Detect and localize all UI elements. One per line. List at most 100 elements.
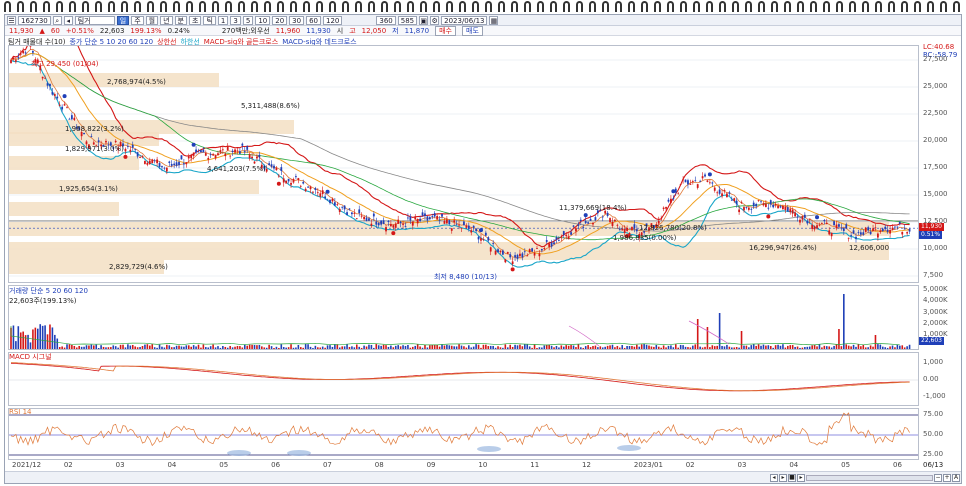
period-week-button[interactable]: 주 bbox=[131, 15, 144, 25]
candle-body bbox=[694, 180, 697, 182]
candle-body bbox=[180, 155, 183, 160]
rsi-panel[interactable] bbox=[8, 408, 919, 460]
rsi-legend[interactable]: RSI 14 bbox=[9, 408, 32, 416]
volume-profile-label: 16,296,947(26.4%) bbox=[749, 244, 817, 252]
macd-panel[interactable] bbox=[8, 352, 919, 406]
volume-legend-label[interactable]: 거래량 단순 5 20 60 120 bbox=[9, 287, 88, 295]
candle-body bbox=[497, 249, 499, 253]
count2-input[interactable]: 585 bbox=[397, 15, 418, 25]
candle-body bbox=[660, 218, 663, 220]
min-1-button[interactable]: 1 bbox=[217, 15, 229, 25]
scroll-right-icon[interactable]: ▸ bbox=[797, 474, 805, 482]
candle-body bbox=[825, 222, 828, 225]
volume-bar bbox=[769, 346, 772, 349]
volume-bar bbox=[443, 345, 446, 349]
time-axis-label: 2023/01 bbox=[633, 461, 663, 469]
candle-body bbox=[165, 167, 168, 172]
binding-ring bbox=[667, 1, 674, 12]
volume-bar bbox=[46, 334, 49, 349]
period-tick-button[interactable]: 틱 bbox=[203, 15, 216, 25]
candle-body bbox=[51, 92, 54, 95]
volume-bar bbox=[241, 347, 244, 349]
min-3-button[interactable]: 3 bbox=[230, 15, 241, 25]
min-60-button[interactable]: 60 bbox=[306, 15, 321, 25]
volume-bar bbox=[767, 345, 770, 349]
notebook-binding bbox=[0, 0, 966, 14]
font-icon[interactable]: A bbox=[952, 474, 960, 482]
period-day-button[interactable]: 일 bbox=[116, 15, 130, 25]
candle-body bbox=[387, 220, 390, 223]
time-axis-label: 05 bbox=[841, 461, 851, 469]
calendar-icon[interactable]: ▦ bbox=[489, 15, 499, 25]
candle-body bbox=[399, 221, 402, 224]
candle-body bbox=[46, 83, 49, 86]
volume-bar bbox=[329, 345, 331, 349]
binding-ring bbox=[940, 1, 947, 12]
sell-button[interactable]: 매도 bbox=[462, 25, 483, 36]
candle-body bbox=[879, 230, 882, 232]
count-input[interactable]: 360 bbox=[376, 15, 396, 25]
price-panel[interactable]: 최고 29,450 (01/04) 2,768,974(4.5%) 5,311,48… bbox=[8, 45, 919, 283]
period-month-button[interactable]: 월 bbox=[145, 15, 159, 25]
candle-body bbox=[402, 223, 404, 225]
stock-code-input[interactable]: 162730 bbox=[18, 15, 51, 25]
min-120-button[interactable]: 120 bbox=[323, 15, 343, 25]
time-axis-label: 05 bbox=[219, 461, 229, 469]
scrollbar[interactable] bbox=[806, 475, 933, 481]
candle-body bbox=[679, 184, 682, 185]
volume-panel[interactable] bbox=[8, 285, 919, 350]
binding-ring bbox=[173, 1, 180, 12]
scroll-left-icon[interactable]: ◂ bbox=[770, 474, 778, 482]
candle-body bbox=[808, 218, 811, 220]
period-year-button[interactable]: 년 bbox=[160, 15, 173, 25]
volume-bar bbox=[251, 344, 253, 349]
candle-body bbox=[355, 218, 358, 220]
stock-name[interactable]: 팀거 bbox=[74, 15, 115, 25]
candle-body bbox=[811, 224, 814, 230]
volume-bar bbox=[521, 346, 524, 349]
signal-line bbox=[10, 362, 910, 392]
candle-body bbox=[182, 163, 185, 165]
binding-ring bbox=[160, 1, 167, 12]
volume-bar bbox=[487, 346, 490, 349]
settings-icon[interactable]: ⚙ bbox=[430, 15, 440, 25]
binding-ring bbox=[927, 1, 934, 12]
volume-bar bbox=[616, 345, 619, 349]
time-axis-label: 08 bbox=[374, 461, 384, 469]
save-icon[interactable]: ▣ bbox=[419, 15, 429, 25]
pct-tag: 0.51% bbox=[919, 231, 943, 239]
min-10-button[interactable]: 10 bbox=[255, 15, 271, 25]
min-30-button[interactable]: 30 bbox=[289, 15, 305, 25]
candle-body bbox=[73, 117, 76, 120]
prev-icon[interactable]: ◂ bbox=[63, 15, 73, 25]
volume-profile-box bbox=[9, 202, 119, 216]
scroll-play-icon[interactable]: ▸ bbox=[779, 474, 787, 482]
menu-icon[interactable]: ☰ bbox=[7, 15, 16, 25]
volume-bar bbox=[645, 344, 648, 349]
search-icon[interactable]: ⌕ bbox=[52, 15, 62, 25]
binding-ring bbox=[394, 1, 401, 12]
period-second-button[interactable]: 초 bbox=[189, 15, 202, 25]
candle-body bbox=[299, 185, 302, 187]
volume-bar bbox=[891, 345, 894, 349]
zoom-in-icon[interactable]: + bbox=[943, 474, 951, 482]
cross-signal-dot bbox=[510, 267, 515, 272]
binding-ring bbox=[758, 1, 765, 12]
candle-body bbox=[723, 189, 726, 191]
period-minute-button[interactable]: 분 bbox=[174, 15, 187, 25]
min-20-button[interactable]: 20 bbox=[272, 15, 288, 25]
macd-axis: 1,000 0.00 -1,000 bbox=[919, 352, 959, 406]
binding-ring bbox=[576, 1, 583, 12]
volume-bar bbox=[787, 345, 789, 349]
min-5-button[interactable]: 5 bbox=[242, 15, 254, 25]
volume-bar bbox=[149, 345, 151, 349]
scroll-stop-icon[interactable]: ■ bbox=[788, 474, 796, 482]
volume-bar bbox=[699, 346, 701, 349]
volume-bar bbox=[453, 346, 455, 349]
candle-body bbox=[665, 206, 667, 209]
buy-button[interactable]: 매수 bbox=[435, 25, 456, 36]
date-input[interactable]: 2023/06/13 bbox=[441, 15, 488, 25]
zoom-out-icon[interactable]: − bbox=[934, 474, 942, 482]
candle-body bbox=[864, 227, 867, 232]
macd-legend[interactable]: MACD 시그널 bbox=[9, 352, 52, 362]
